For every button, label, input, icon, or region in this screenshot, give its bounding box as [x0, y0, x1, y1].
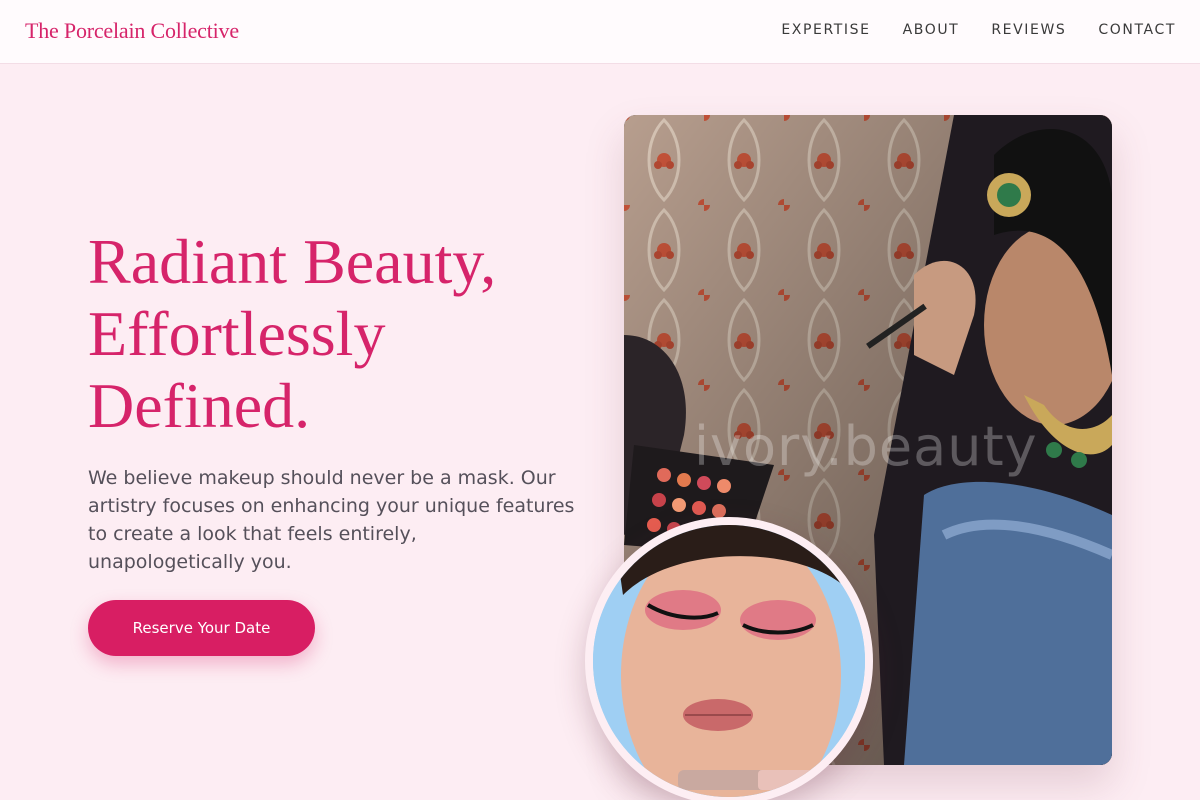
brand-logo[interactable]: The Porcelain Collective: [25, 18, 239, 44]
nav-item-reviews[interactable]: REVIEWS: [991, 22, 1066, 38]
nav-item-contact[interactable]: CONTACT: [1098, 22, 1176, 38]
makeup-closeup-illustration: [593, 525, 865, 797]
nav-item-about[interactable]: ABOUT: [903, 22, 960, 38]
main-nav: EXPERTISE ABOUT REVIEWS CONTACT: [781, 22, 1176, 38]
reserve-date-button[interactable]: Reserve Your Date: [88, 600, 315, 656]
hero-title-line-2: Effortlessly: [88, 298, 386, 369]
hero-title-line-3: Defined.: [88, 370, 311, 441]
hero-title: Radiant Beauty, Effortlessly Defined.: [88, 226, 588, 442]
photo-watermark: ivory.beauty: [694, 415, 1038, 478]
nav-item-expertise[interactable]: EXPERTISE: [781, 22, 870, 38]
hero-title-line-1: Radiant Beauty,: [88, 226, 497, 297]
site-header: The Porcelain Collective EXPERTISE ABOUT…: [0, 0, 1200, 64]
makeup-closeup-photo: [585, 517, 873, 800]
hero-description: We believe makeup should never be a mask…: [88, 467, 575, 573]
